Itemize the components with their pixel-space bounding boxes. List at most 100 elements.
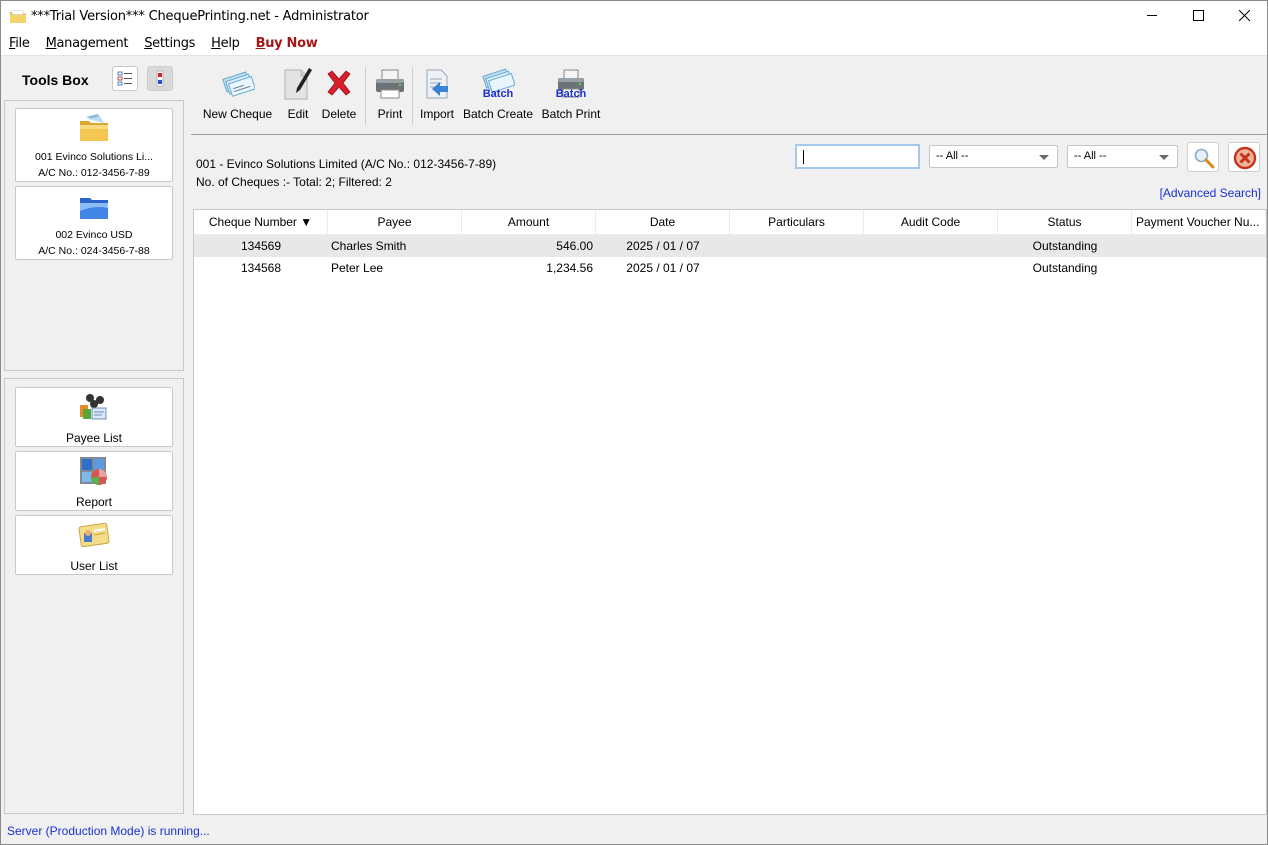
list-view-toggle[interactable] [112, 66, 138, 91]
cell-payment-voucher [1132, 235, 1266, 257]
menu-buy-now-label: uy Now [265, 36, 318, 51]
batch-create-button[interactable]: Batch Batch Create [461, 61, 535, 127]
cell-amount: 546.00 [556, 239, 593, 253]
column-header-audit-code[interactable]: Audit Code [864, 210, 998, 235]
tools-box-title: Tools Box [22, 72, 89, 88]
filter-select-1[interactable]: -- All -- [929, 145, 1058, 168]
new-cheque-button[interactable]: New Cheque [199, 61, 276, 127]
maximize-icon [1192, 9, 1204, 24]
toolbar-separator [365, 67, 366, 125]
menu-bar: File Management Settings Help Buy Now [1, 32, 1267, 56]
minimize-button[interactable] [1129, 1, 1175, 32]
advanced-search-link[interactable]: [Advanced Search] [1160, 186, 1261, 200]
user-list-button[interactable]: User List [15, 515, 173, 575]
menu-management-label: anagement [56, 36, 129, 51]
close-button[interactable] [1221, 1, 1267, 32]
menu-buy-now[interactable]: Buy Now [248, 36, 326, 51]
menu-settings-mnemonic: S [144, 36, 153, 51]
cell-particulars [730, 235, 864, 257]
cell-status: Outstanding [1032, 261, 1098, 275]
batch-print-icon: Batch [554, 67, 588, 101]
minimize-icon [1146, 10, 1158, 24]
menu-buy-now-mnemonic: B [255, 36, 266, 51]
column-header-particulars[interactable]: Particulars [730, 210, 864, 235]
toolbar: New Cheque Edit Delete Print Import Batc… [191, 61, 1267, 131]
column-header-amount[interactable]: Amount [462, 210, 596, 235]
menu-settings[interactable]: Settings [136, 36, 203, 51]
batch-badge: Batch [483, 88, 514, 100]
cell-date: 2025 / 01 / 07 [626, 239, 700, 253]
user-list-icon [78, 521, 110, 552]
column-header-cheque-number[interactable]: Cheque Number ▼ [194, 210, 328, 235]
search-input[interactable] [795, 144, 920, 169]
menu-file[interactable]: File [1, 36, 38, 51]
print-button[interactable]: Print [371, 61, 409, 127]
batch-print-label: Batch Print [541, 107, 601, 121]
cell-payee: Peter Lee [331, 261, 384, 275]
cell-status: Outstanding [1032, 239, 1098, 253]
import-icon [420, 67, 454, 101]
table-row[interactable]: 134569 Charles Smith 546.00 2025 / 01 / … [194, 235, 1266, 257]
column-header-status[interactable]: Status [998, 210, 1132, 235]
delete-icon [322, 67, 356, 101]
cell-payee: Charles Smith [331, 239, 407, 253]
search-button[interactable] [1187, 142, 1219, 172]
edit-button[interactable]: Edit [280, 61, 316, 127]
clear-search-button[interactable] [1228, 142, 1260, 172]
menu-help-label: elp [220, 36, 240, 51]
folder-yellow-cheques-icon [78, 113, 110, 146]
folder-app-icon [10, 10, 26, 23]
cheque-table: Cheque Number ▼ Payee Amount Date Partic… [193, 209, 1267, 815]
account-number: A/C No.: 012-3456-7-89 [38, 167, 150, 179]
account-number: A/C No.: 024-3456-7-88 [38, 245, 150, 257]
column-header-payment-voucher[interactable]: Payment Voucher Nu... [1132, 210, 1266, 235]
menu-help-mnemonic: H [211, 36, 221, 51]
close-icon [1238, 9, 1250, 24]
menu-file-label: ile [15, 36, 30, 51]
report-icon [79, 455, 109, 490]
tile-view-toggle[interactable] [147, 66, 173, 91]
batch-create-icon: Batch [481, 67, 516, 101]
filter-select-2[interactable]: -- All -- [1067, 145, 1178, 168]
delete-button[interactable]: Delete [318, 61, 360, 127]
clear-icon [1233, 146, 1257, 173]
tile-view-icon [148, 70, 172, 93]
menu-help[interactable]: Help [203, 36, 247, 51]
cell-cheque-number: 134568 [240, 261, 282, 275]
chevron-down-icon [1159, 155, 1169, 160]
cell-payment-voucher [1132, 257, 1266, 279]
import-button[interactable]: Import [417, 61, 457, 127]
menu-settings-label: ettings [152, 36, 196, 51]
status-bar-text: Server (Production Mode) is running... [7, 824, 210, 838]
account-name: 001 Evinco Solutions Li... [35, 151, 153, 163]
search-icon [1193, 147, 1215, 172]
chevron-down-icon [1039, 155, 1049, 160]
folder-blue-icon [78, 195, 110, 224]
delete-label: Delete [321, 107, 357, 121]
cell-audit-code [864, 257, 998, 279]
edit-icon [281, 67, 315, 101]
column-header-date[interactable]: Date [596, 210, 730, 235]
menu-management-mnemonic: M [45, 36, 57, 51]
maximize-button[interactable] [1175, 1, 1221, 32]
batch-print-button[interactable]: Batch Batch Print [539, 61, 603, 127]
accounts-panel: 001 Evinco Solutions Li... A/C No.: 012-… [4, 100, 184, 371]
cell-particulars [730, 257, 864, 279]
filter-select-1-value: -- All -- [936, 150, 969, 162]
cell-date: 2025 / 01 / 07 [626, 261, 700, 275]
account-card-001[interactable]: 001 Evinco Solutions Li... A/C No.: 012-… [15, 108, 173, 182]
account-info: 001 - Evinco Solutions Limited (A/C No.:… [196, 157, 497, 171]
report-label: Report [75, 495, 113, 509]
import-label: Import [419, 107, 454, 121]
tools-panel: Payee List Report User List [4, 378, 184, 814]
menu-management[interactable]: Management [38, 36, 137, 51]
cell-cheque-number: 134569 [240, 239, 282, 253]
account-card-002[interactable]: 002 Evinco USD A/C No.: 024-3456-7-88 [15, 186, 173, 260]
cheque-count-info: No. of Cheques :- Total: 2; Filtered: 2 [196, 175, 392, 189]
report-button[interactable]: Report [15, 451, 173, 511]
payee-list-button[interactable]: Payee List [15, 387, 173, 447]
column-header-payee[interactable]: Payee [328, 210, 462, 235]
new-cheque-icon [221, 67, 256, 101]
printer-icon [373, 67, 407, 101]
table-row[interactable]: 134568 Peter Lee 1,234.56 2025 / 01 / 07… [194, 257, 1266, 279]
